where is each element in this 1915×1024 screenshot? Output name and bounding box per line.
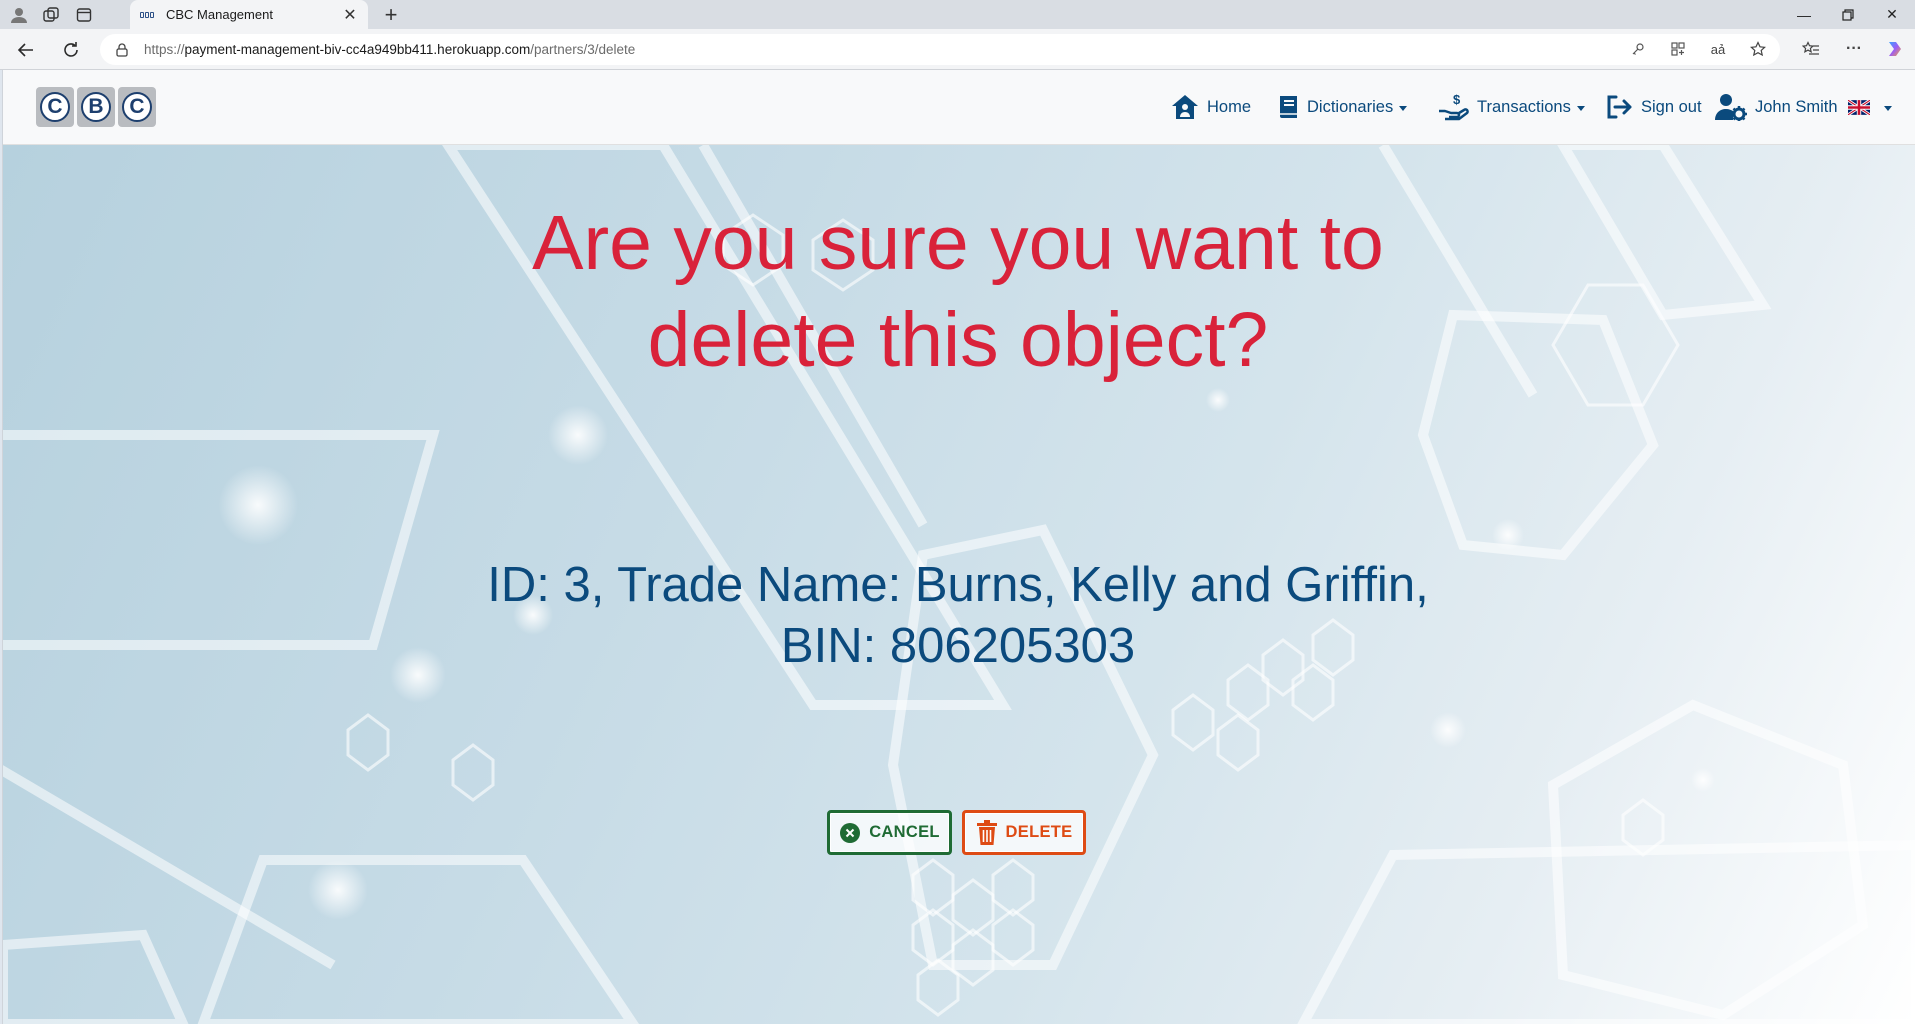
- app-available-icon[interactable]: [1666, 37, 1690, 61]
- nav-home-label: Home: [1207, 97, 1252, 116]
- restore-icon[interactable]: [1826, 0, 1870, 29]
- cbc-logo[interactable]: C B C: [36, 87, 156, 127]
- minimize-icon[interactable]: —: [1782, 0, 1826, 29]
- vertical-tabs-icon[interactable]: [73, 4, 95, 26]
- logo-letter: C: [40, 92, 70, 122]
- url-field[interactable]: https://payment-management-biv-cc4a949bb…: [100, 34, 1780, 65]
- object-info: ID: 3, Trade Name: Burns, Kelly and Grif…: [423, 555, 1493, 677]
- logo-letter: B: [81, 92, 111, 122]
- workspaces-icon[interactable]: [40, 4, 62, 26]
- nav-transactions[interactable]: $ Transactions: [1437, 90, 1585, 124]
- close-tab-icon[interactable]: ✕: [342, 5, 358, 25]
- new-tab-icon[interactable]: +: [378, 2, 404, 28]
- lock-icon[interactable]: [116, 42, 130, 57]
- tab-title: CBC Management: [166, 7, 273, 22]
- delete-button-label: DELETE: [1005, 823, 1073, 841]
- object-info-line1: ID: 3, Trade Name: Burns, Kelly and Grif…: [487, 558, 1429, 612]
- object-info-line2: BIN: 806205303: [780, 619, 1136, 673]
- web-page: C B C Home Dictionaries $ Transactions S…: [2, 70, 1915, 1024]
- nav-dictionaries-label: Dictionaries: [1307, 97, 1394, 116]
- cancel-button[interactable]: CANCEL: [827, 810, 952, 855]
- more-options-icon[interactable]: ···: [1842, 37, 1866, 61]
- url-host: payment-management-biv-cc4a949bb411.hero…: [184, 42, 531, 57]
- chevron-down-icon: [1399, 105, 1408, 111]
- home-icon: [1172, 95, 1198, 119]
- favorite-star-icon[interactable]: [1746, 37, 1770, 61]
- site-favicon-icon: [140, 10, 156, 20]
- browser-address-bar: https://payment-management-biv-cc4a949bb…: [0, 29, 1915, 70]
- hand-money-icon: $: [1439, 93, 1469, 121]
- user-name-label: John Smith: [1755, 97, 1838, 116]
- user-gear-icon: [1715, 94, 1747, 121]
- url-path: /partners/3/delete: [530, 42, 636, 57]
- nav-transactions-label: Transactions: [1477, 97, 1571, 116]
- profile-icon[interactable]: [8, 4, 30, 26]
- uk-flag-icon: [1847, 99, 1870, 115]
- delete-confirmation-heading: Are you sure you want to delete this obj…: [532, 200, 1384, 383]
- copilot-icon[interactable]: [1883, 37, 1907, 61]
- read-aloud-icon[interactable]: aả: [1706, 37, 1730, 61]
- nav-dictionaries[interactable]: Dictionaries: [1277, 90, 1408, 124]
- book-icon: [1280, 96, 1297, 118]
- chevron-down-icon: [1576, 105, 1585, 111]
- sign-out-icon: [1607, 95, 1632, 119]
- top-navbar: C B C Home Dictionaries $ Transactions S…: [3, 70, 1915, 145]
- refresh-icon[interactable]: [58, 37, 84, 63]
- favorites-icon[interactable]: [1799, 37, 1823, 61]
- nav-user-menu[interactable]: John Smith: [1715, 90, 1892, 124]
- svg-text:$: $: [1453, 93, 1461, 107]
- logo-letter: C: [122, 92, 152, 122]
- cancel-circle-x-icon: [839, 822, 861, 844]
- main-content: Are you sure you want to delete this obj…: [3, 145, 1915, 1024]
- password-key-icon[interactable]: [1626, 37, 1650, 61]
- nav-home[interactable]: Home: [1171, 90, 1251, 124]
- nav-sign-out[interactable]: Sign out: [1605, 90, 1702, 124]
- browser-tab-active[interactable]: CBC Management ✕: [130, 0, 368, 29]
- cancel-button-label: CANCEL: [869, 823, 940, 841]
- back-icon[interactable]: [13, 37, 39, 63]
- delete-button[interactable]: DELETE: [962, 810, 1086, 855]
- chevron-down-icon: [1883, 105, 1892, 111]
- browser-tab-strip: CBC Management ✕ + — ✕: [0, 0, 1915, 29]
- url-protocol: https://: [144, 42, 185, 57]
- nav-sign-out-label: Sign out: [1641, 97, 1702, 116]
- close-window-icon[interactable]: ✕: [1870, 0, 1914, 29]
- trash-icon: [976, 819, 998, 846]
